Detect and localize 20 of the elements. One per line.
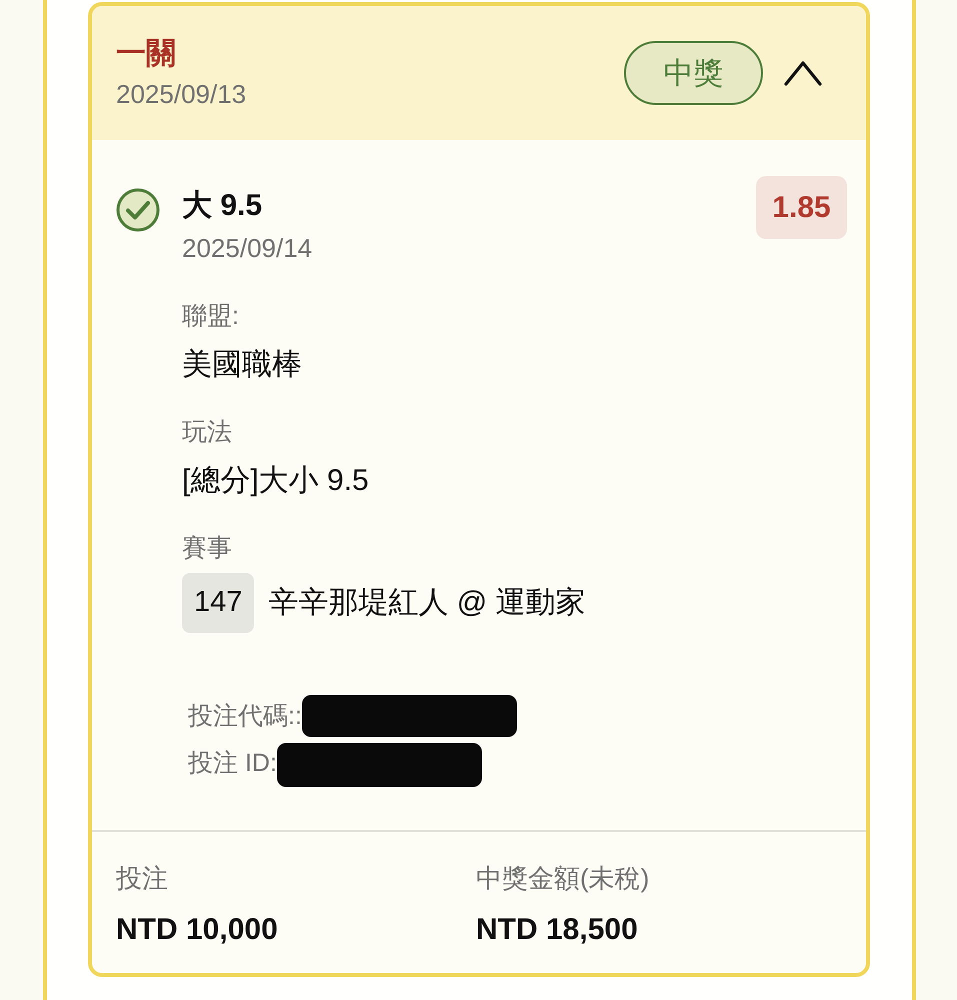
- total-label: 投注: [116, 862, 168, 895]
- chevron-up-icon[interactable]: [783, 59, 823, 87]
- total-amount: NTD 18,500: [476, 912, 638, 948]
- win-status-badge: 中獎: [624, 41, 763, 105]
- total-label: 中獎金額(未稅): [476, 862, 650, 895]
- reference-label: 投注代碼::: [188, 700, 302, 732]
- field-label: 聯盟:: [182, 301, 239, 332]
- field-value: 美國職棒: [182, 347, 302, 383]
- match-teams: 辛辛那堤紅人 @ 運動家: [268, 585, 586, 621]
- field-value: [總分]大小 9.5: [182, 463, 369, 499]
- reference-label: 投注 ID:: [188, 748, 277, 778]
- card-title: 一關: [116, 36, 176, 72]
- selection-pick: 大 9.5: [182, 188, 262, 224]
- match-number-badge: 147: [182, 573, 254, 633]
- selection-date: 2025/09/14: [182, 232, 312, 265]
- odds-badge: 1.85: [756, 176, 847, 239]
- field-label: 玩法: [182, 417, 232, 448]
- card-date: 2025/09/13: [116, 78, 246, 111]
- field-label: 賽事: [182, 533, 232, 564]
- total-amount: NTD 10,000: [116, 912, 278, 948]
